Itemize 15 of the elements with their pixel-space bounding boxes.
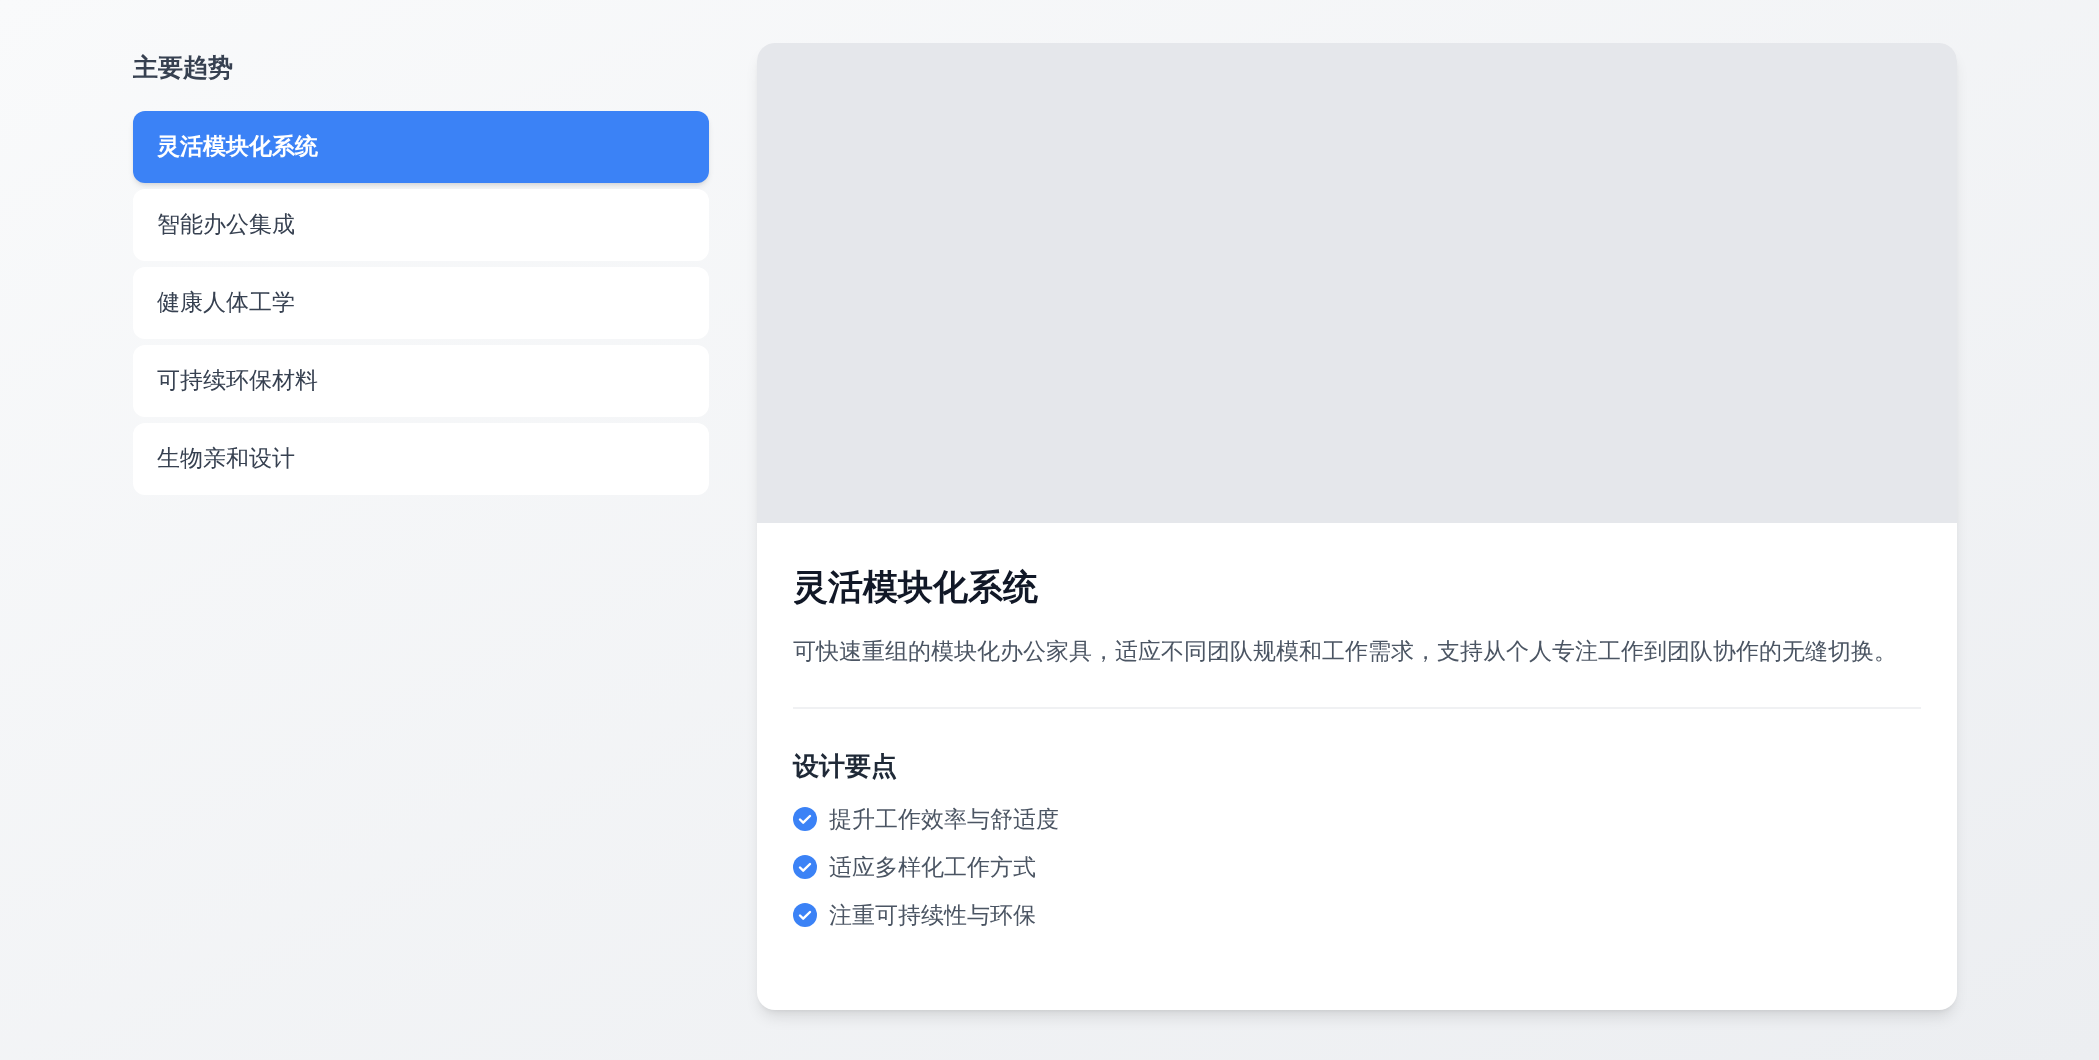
trend-tab[interactable]: 健康人体工学 [133, 266, 709, 339]
trend-tab[interactable]: 生物亲和设计 [133, 422, 709, 495]
detail-title: 灵活模块化系统 [793, 566, 1038, 609]
design-point: 适应多样化工作方式 [829, 852, 1036, 882]
points-title: 设计要点 [793, 749, 897, 783]
detail-description: 可快速重组的模块化办公家具，适应不同团队规模和工作需求，支持从个人专注工作到团队协作的无缝切换。 [793, 636, 1898, 666]
trend-tab[interactable]: 智能办公集成 [133, 188, 709, 261]
design-point: 提升工作效率与舒适度 [829, 804, 1059, 834]
sidebar-title: 主要趋势 [133, 52, 233, 84]
trend-tab[interactable]: 灵活模块化系统 [133, 110, 709, 183]
design-point: 注重可持续性与环保 [829, 900, 1036, 930]
check-circle-icon [793, 806, 817, 831]
check-circle-icon [793, 902, 817, 927]
check-circle-icon [793, 854, 817, 879]
trend-tab[interactable]: 可持续环保材料 [133, 344, 709, 417]
